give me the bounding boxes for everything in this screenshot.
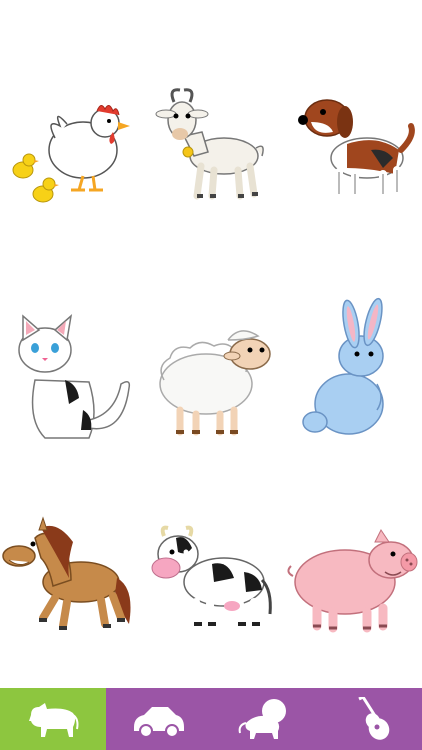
animal-card-rabbit[interactable] (282, 297, 422, 450)
cow-illustration (151, 525, 272, 628)
animal-grid (0, 0, 422, 688)
tab-wild-animals[interactable] (211, 688, 317, 750)
tab-farm-animals[interactable] (0, 688, 106, 750)
farm-animal-icon (28, 703, 79, 737)
goat-illustration (155, 88, 264, 200)
tab-vehicles[interactable] (106, 688, 212, 750)
animal-card-hen[interactable] (0, 68, 140, 218)
animal-card-horse[interactable] (0, 498, 140, 648)
rabbit-illustration (302, 297, 384, 435)
tab-music[interactable] (317, 688, 422, 750)
sheep-illustration (159, 330, 271, 436)
lion-icon (238, 699, 286, 739)
animal-card-sheep[interactable] (141, 300, 281, 450)
animal-card-cow[interactable] (141, 498, 281, 648)
car-icon (134, 707, 185, 738)
animal-card-goat[interactable] (141, 68, 281, 218)
hen-chicks-illustration (12, 105, 130, 203)
dog-illustration (298, 99, 415, 198)
animal-card-pig[interactable] (282, 498, 422, 648)
animal-card-dog[interactable] (282, 68, 422, 218)
guitar-icon (358, 697, 390, 740)
category-tab-bar (0, 688, 422, 750)
animal-card-cat[interactable] (0, 300, 140, 450)
horse-illustration (2, 516, 131, 630)
pig-illustration (287, 529, 418, 633)
cat-illustration (18, 314, 131, 439)
